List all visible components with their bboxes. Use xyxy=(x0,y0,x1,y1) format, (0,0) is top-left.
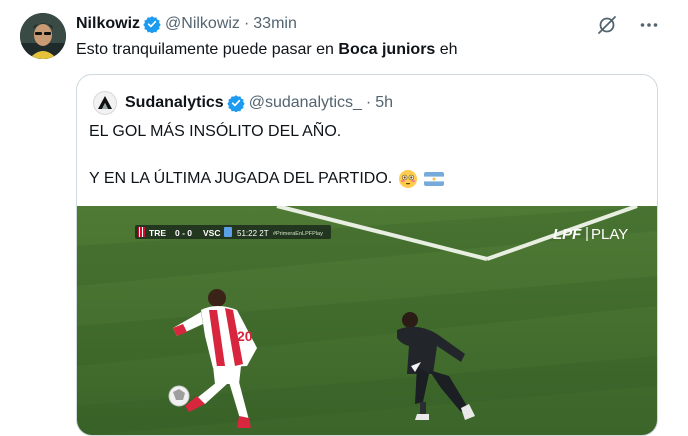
timestamp[interactable]: 33min xyxy=(253,15,297,33)
scorebug-home: TRE xyxy=(149,228,166,238)
video-player[interactable]: TRE 0 - 0 VSC 51:22 2T #PrimeraEnLPFPlay… xyxy=(77,206,657,435)
quoted-separator-dot: · xyxy=(365,94,372,111)
grok-button[interactable] xyxy=(596,14,618,36)
flushed-face-emoji-icon xyxy=(399,170,418,188)
scorebug: TRE 0 - 0 VSC 51:22 2T #PrimeraEnLPFPlay xyxy=(135,225,331,239)
scorebug-score: 0 - 0 xyxy=(175,228,192,238)
quoted-author-handle[interactable]: @sudanalytics_ xyxy=(249,94,362,112)
tweet-text-end: eh xyxy=(435,41,458,58)
scorebug-tag: #PrimeraEnLPFPlay xyxy=(273,231,323,237)
verified-badge-icon xyxy=(143,16,161,33)
scorebug-away: VSC xyxy=(203,228,220,238)
scorebug-clock: 51:22 2T xyxy=(237,229,269,238)
more-button[interactable] xyxy=(638,14,660,36)
author-name[interactable]: Nilkowiz xyxy=(76,15,140,33)
quoted-tweet-header: Sudanalytics @sudanalytics_ · 5h xyxy=(93,91,393,115)
quoted-text-line-2-text: Y EN LA ÚLTIMA JUGADA DEL PARTIDO. xyxy=(89,170,393,187)
argentina-flag-emoji-icon xyxy=(424,172,445,186)
broadcaster-name: LPF xyxy=(553,226,582,243)
separator-dot: · xyxy=(243,15,250,32)
sudanalytics-logo-icon xyxy=(98,96,112,109)
tweet-header: Nilkowiz @Nilkowiz · 33min xyxy=(76,13,297,35)
quoted-text-line-2: Y EN LA ÚLTIMA JUGADA DEL PARTIDO. xyxy=(89,169,445,189)
quoted-verified-badge-icon xyxy=(227,95,245,112)
avatar-image xyxy=(20,13,66,59)
quoted-timestamp[interactable]: 5h xyxy=(375,94,393,112)
quoted-author-name[interactable]: Sudanalytics xyxy=(125,94,224,112)
tweet-text: Esto tranquilamente puede pasar en Boca … xyxy=(76,40,458,60)
broadcaster-suffix: PLAY xyxy=(591,226,628,243)
tweet[interactable]: Nilkowiz @Nilkowiz · 33min Esto tranquil… xyxy=(0,0,688,436)
grok-icon xyxy=(598,16,616,34)
tweet-actions xyxy=(596,14,660,36)
more-icon xyxy=(640,23,658,27)
author-handle[interactable]: @Nilkowiz xyxy=(165,15,240,33)
quoted-tweet[interactable]: Sudanalytics @sudanalytics_ · 5h EL GOL … xyxy=(76,74,658,436)
avatar[interactable] xyxy=(20,13,66,59)
video-frame: TRE 0 - 0 VSC 51:22 2T #PrimeraEnLPFPlay… xyxy=(77,206,657,435)
tweet-text-bold: Boca juniors xyxy=(338,41,436,58)
quoted-text-line-1: EL GOL MÁS INSÓLITO DEL AÑO. xyxy=(89,123,342,140)
player-number: 20 xyxy=(237,328,253,344)
quoted-avatar[interactable] xyxy=(93,91,117,115)
tweet-text-start: Esto tranquilamente puede pasar en xyxy=(76,41,339,58)
broadcaster-logo: LPF PLAY xyxy=(553,226,628,243)
